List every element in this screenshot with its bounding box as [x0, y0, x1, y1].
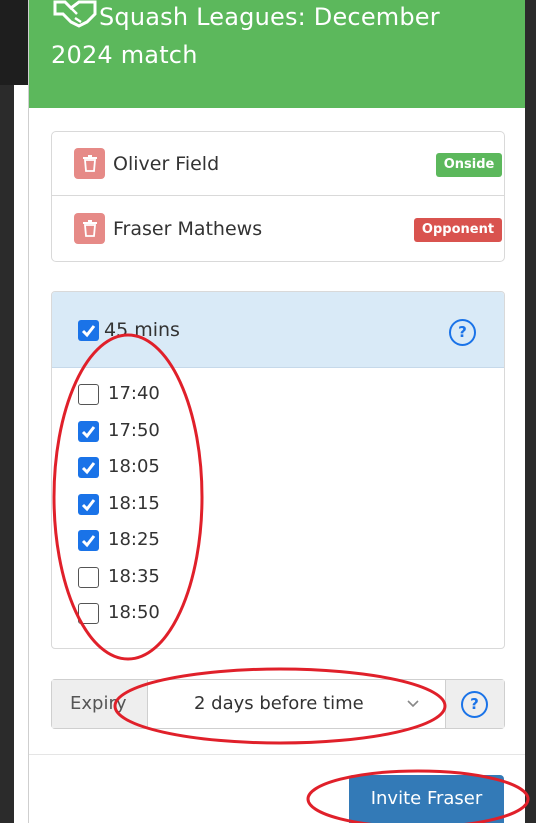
time-slots-panel: 45 mins ? 17:40 17:50 18:05 18:15 18:25 18:35… [51, 291, 505, 649]
expiry-label: Expiry [52, 680, 148, 728]
match-modal: Squash Leagues: December 2024 match Oliv… [28, 0, 525, 823]
chevron-down-icon [407, 700, 419, 708]
time-slot-checkbox[interactable] [78, 384, 99, 405]
time-slot-label: 17:50 [108, 419, 160, 441]
duration-checkbox[interactable] [78, 320, 99, 341]
participant-row: Oliver Field Onside [52, 132, 504, 196]
time-slot-checkbox[interactable] [78, 493, 99, 515]
page-backdrop-left [0, 0, 14, 823]
checkmark-icon [81, 535, 96, 548]
participant-name: Oliver Field [113, 153, 220, 175]
participant-row: Fraser Mathews Opponent [52, 197, 504, 261]
time-slot-checkbox[interactable] [78, 530, 99, 551]
trash-icon [82, 220, 97, 237]
duration-header: 45 mins ? [52, 292, 504, 368]
expiry-help-addon: ? [446, 680, 504, 728]
checkmark-icon [81, 462, 96, 475]
trash-icon [82, 155, 97, 172]
page-backdrop-right [525, 0, 536, 823]
status-badge: Opponent [414, 218, 502, 242]
expiry-group: Expiry 2 days before time ? [51, 679, 505, 729]
time-slot-checkbox[interactable] [78, 566, 99, 588]
screenshot: Squash Leagues: December 2024 match Oliv… [0, 0, 536, 823]
checkmark-icon [81, 325, 96, 338]
duration-label: 45 mins [104, 319, 180, 341]
modal-header: Squash Leagues: December 2024 match [29, 0, 525, 108]
participants-list: Oliver Field Onside Fraser Mathews Oppon… [51, 131, 505, 262]
expiry-select[interactable]: 2 days before time [148, 680, 446, 728]
checkmark-icon [81, 425, 96, 438]
question-circle-icon[interactable]: ? [449, 319, 476, 346]
modal-footer-divider [29, 754, 525, 755]
remove-oliver-button[interactable] [74, 148, 105, 179]
time-slot-label: 18:15 [108, 492, 160, 514]
status-badge: Onside [436, 153, 502, 177]
time-slot-label: 18:05 [108, 456, 160, 477]
modal-title: Squash Leagues: December 2024 match [51, 3, 440, 69]
time-slot-label: 18:50 [108, 602, 160, 623]
checkmark-icon [81, 498, 96, 511]
time-slot-checkbox[interactable] [78, 420, 99, 442]
page-backdrop-corner [0, 0, 30, 85]
participant-name: Fraser Mathews [113, 218, 263, 240]
remove-fraser-button[interactable] [74, 213, 105, 244]
time-slot-checkbox[interactable] [78, 603, 99, 624]
question-circle-icon[interactable]: ? [461, 691, 488, 718]
time-slot-label: 17:40 [108, 383, 160, 404]
time-slot-checkbox[interactable] [78, 457, 99, 478]
time-slot-label: 18:25 [108, 529, 160, 550]
invite-button[interactable]: Invite Fraser [349, 775, 504, 823]
time-slot-label: 18:35 [108, 565, 160, 587]
